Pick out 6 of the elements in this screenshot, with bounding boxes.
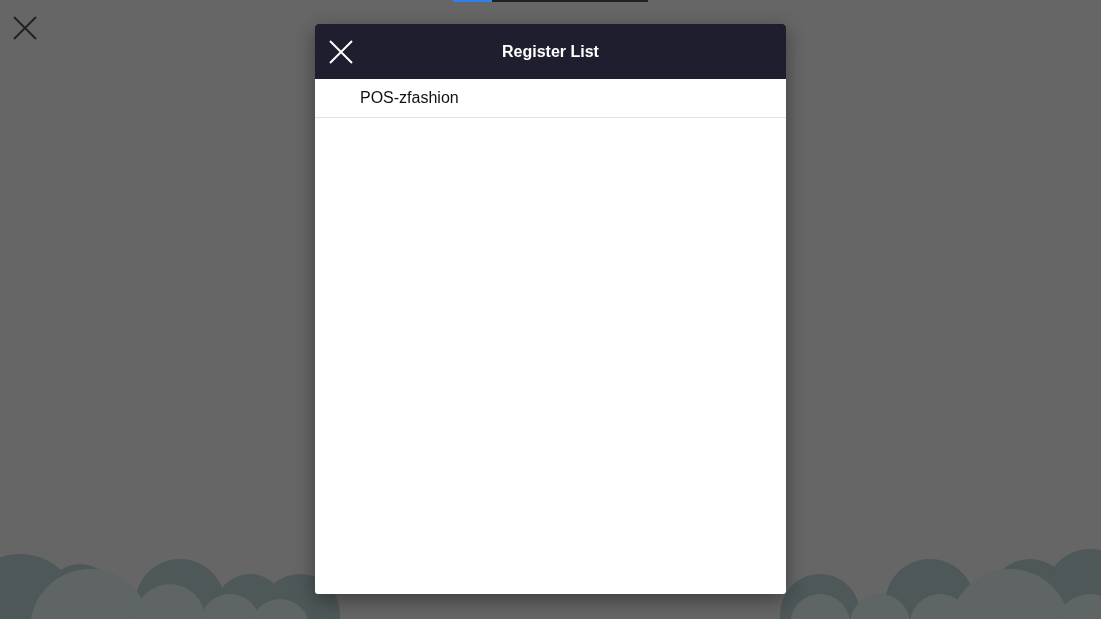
close-button[interactable] <box>13 16 37 40</box>
dialog-title: Register List <box>502 41 599 62</box>
dialog-close-button[interactable] <box>329 40 353 64</box>
close-icon <box>329 40 353 64</box>
close-icon <box>13 16 37 40</box>
register-list-item[interactable]: POS-zfashion <box>315 79 786 118</box>
